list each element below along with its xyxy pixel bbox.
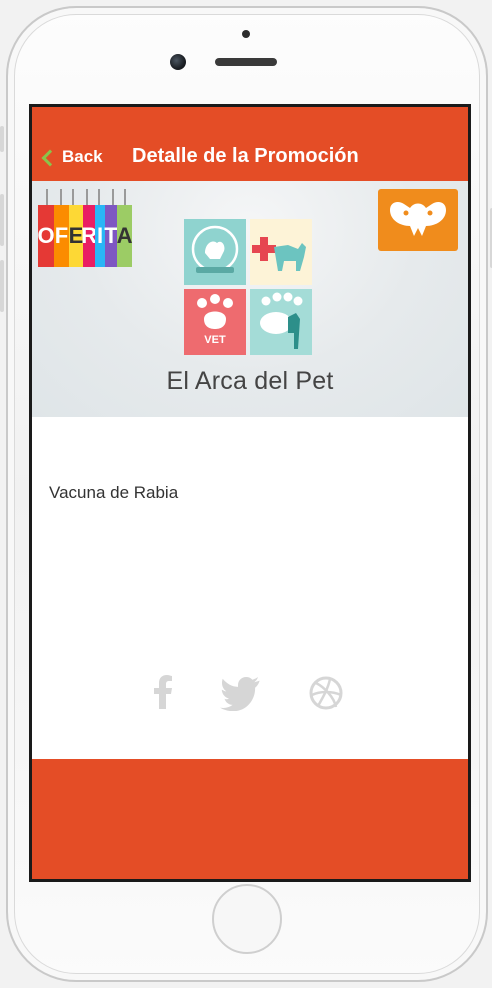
- ofertas-badge: O F E R I T A: [38, 189, 132, 267]
- app-screen: Back Detalle de la Promoción O F E R I T…: [29, 104, 471, 882]
- volume-up-button: [0, 194, 4, 246]
- app-footer: [32, 759, 468, 879]
- brand-logo: [378, 189, 458, 251]
- vet-tile: [184, 219, 246, 285]
- sensor-dot: [242, 30, 250, 38]
- page-title: Detalle de la Promoción: [132, 145, 359, 167]
- back-button[interactable]: Back: [41, 147, 103, 167]
- vet-tile: [250, 289, 312, 355]
- social-share-bar: [32, 673, 468, 713]
- back-label: Back: [62, 147, 103, 166]
- mute-switch: [0, 126, 4, 152]
- home-button[interactable]: [212, 884, 282, 954]
- app-header: Back Detalle de la Promoción: [32, 107, 468, 181]
- dog-cat-logo-icon: [390, 202, 446, 236]
- chevron-left-icon: [41, 149, 59, 166]
- dribbble-icon[interactable]: [308, 675, 344, 711]
- vet-tile: [250, 219, 312, 285]
- front-camera: [170, 54, 186, 70]
- promotion-hero: O F E R I T A VET El Arca del Pet: [32, 181, 468, 417]
- facebook-icon[interactable]: [152, 675, 174, 709]
- twitter-icon[interactable]: [220, 677, 264, 711]
- earpiece-speaker: [215, 58, 277, 66]
- vet-tile: VET: [184, 289, 246, 355]
- vet-logo-grid: VET: [184, 219, 312, 355]
- volume-down-button: [0, 260, 4, 312]
- svg-text:VET: VET: [204, 334, 226, 346]
- business-name: El Arca del Pet: [166, 367, 334, 395]
- promotion-description: Vacuna de Rabia: [49, 483, 179, 502]
